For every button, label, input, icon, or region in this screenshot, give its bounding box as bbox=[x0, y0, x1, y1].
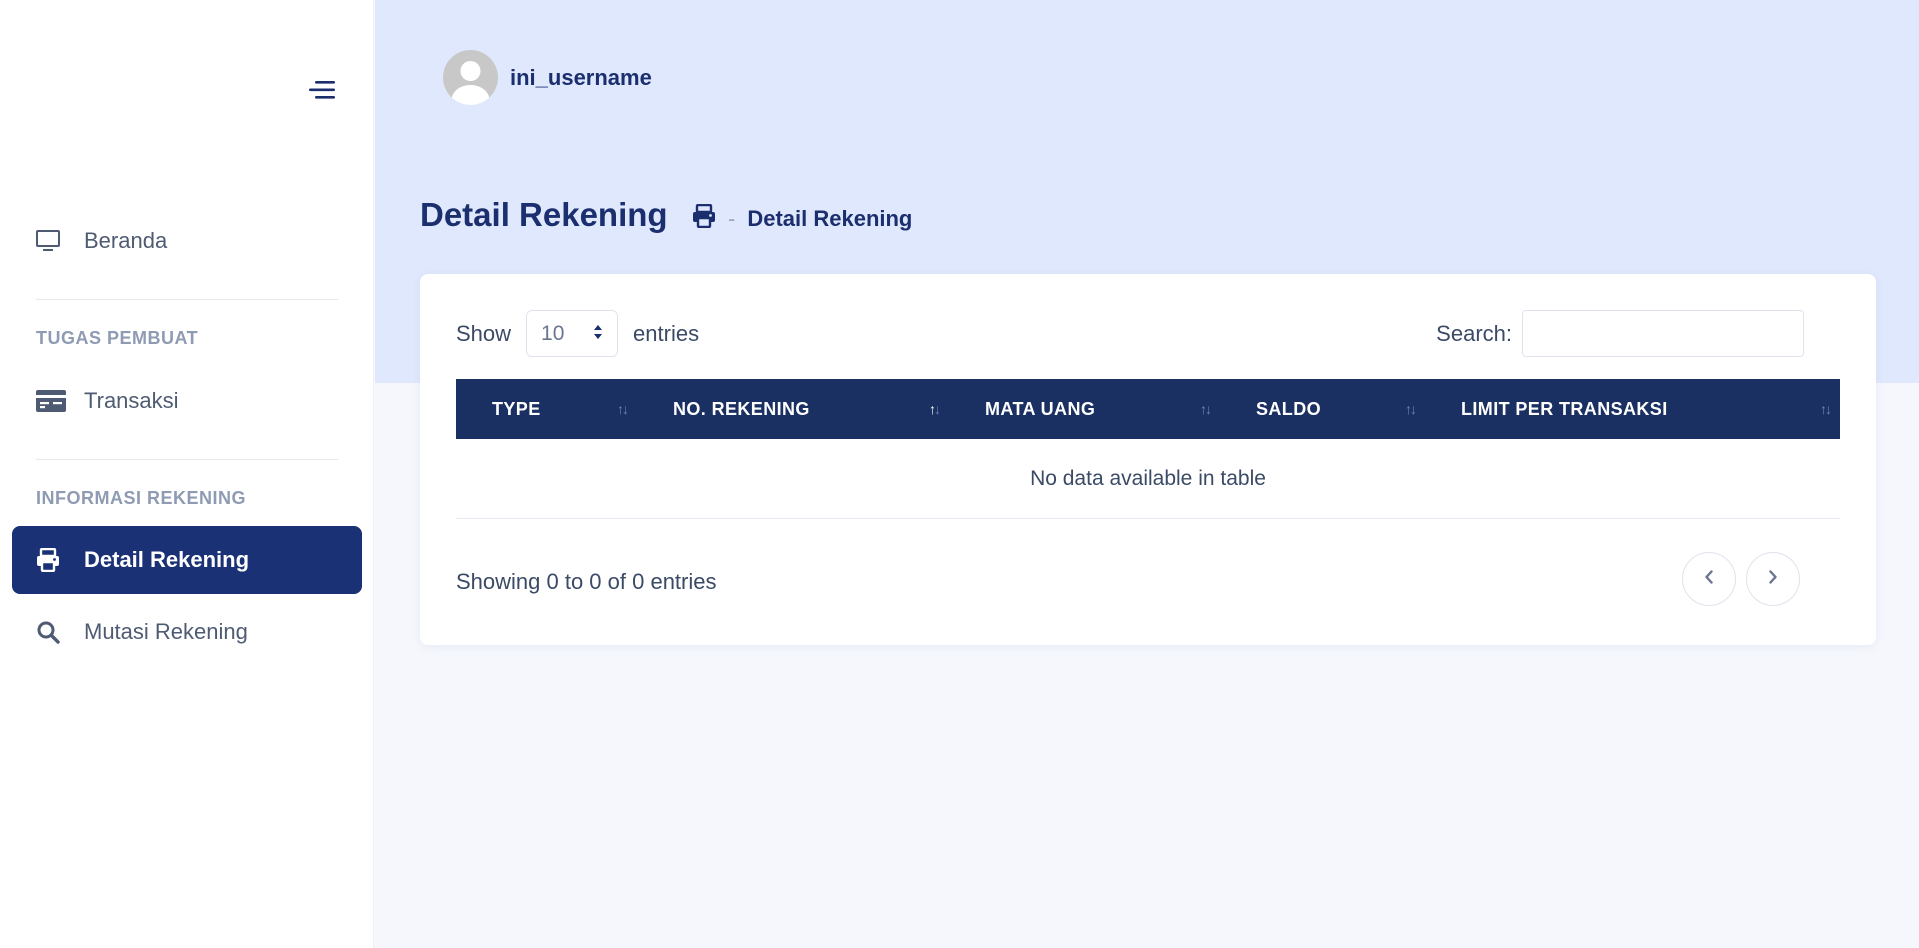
avatar bbox=[443, 50, 498, 105]
breadcrumb: - Detail Rekening bbox=[692, 203, 913, 234]
column-header-mata-uang[interactable]: MATA UANG ↑↓ bbox=[949, 379, 1220, 439]
chevron-left-icon bbox=[1704, 569, 1714, 589]
table-header: TYPE ↑↓ NO. REKENING ↑↓ MATA UANG ↑↓ SAL… bbox=[456, 379, 1840, 439]
sort-asc-icon: ↑↓ bbox=[929, 401, 941, 417]
sidebar-item-label: Beranda bbox=[84, 228, 168, 253]
section-label-informasi-rekening: INFORMASI REKENING bbox=[36, 488, 247, 508]
column-header-type[interactable]: TYPE ↑↓ bbox=[456, 379, 637, 439]
credit-card-icon bbox=[36, 390, 84, 412]
empty-table-message: No data available in table bbox=[456, 439, 1840, 519]
entries-select[interactable]: 10 bbox=[526, 310, 619, 357]
search-input[interactable] bbox=[1522, 310, 1804, 357]
pagination bbox=[1682, 552, 1800, 606]
entries-length-control: Show 10 entries bbox=[456, 310, 699, 357]
section-label-tugas-pembuat: TUGAS PEMBUAT bbox=[36, 328, 199, 348]
user-profile[interactable]: ini_username bbox=[443, 50, 652, 105]
search-icon bbox=[36, 620, 84, 644]
menu-toggle-icon[interactable] bbox=[309, 78, 339, 102]
next-page-button[interactable] bbox=[1746, 552, 1800, 606]
column-label: MATA UANG bbox=[985, 398, 1096, 419]
search-label: Search: bbox=[1436, 320, 1512, 346]
sort-icon: ↑↓ bbox=[1200, 401, 1212, 417]
sidebar-item-mutasi-rekening[interactable]: Mutasi Rekening bbox=[12, 598, 362, 666]
sidebar-item-detail-rekening[interactable]: Detail Rekening bbox=[12, 526, 362, 594]
sort-icon: ↑↓ bbox=[1820, 401, 1832, 417]
table-search: Search: bbox=[1436, 310, 1804, 357]
column-label: NO. REKENING bbox=[673, 398, 810, 419]
column-label: SALDO bbox=[1256, 398, 1321, 419]
sidebar-divider bbox=[36, 299, 338, 300]
column-header-no-rekening[interactable]: NO. REKENING ↑↓ bbox=[637, 379, 949, 439]
sidebar-item-transaksi[interactable]: Transaksi bbox=[12, 367, 362, 435]
accounts-table: TYPE ↑↓ NO. REKENING ↑↓ MATA UANG ↑↓ SAL… bbox=[456, 379, 1840, 519]
breadcrumb-separator: - bbox=[728, 206, 736, 231]
entries-select-value: 10 bbox=[541, 321, 565, 345]
breadcrumb-current: Detail Rekening bbox=[747, 206, 913, 231]
previous-page-button[interactable] bbox=[1682, 552, 1736, 606]
printer-icon[interactable] bbox=[692, 203, 716, 234]
column-header-saldo[interactable]: SALDO ↑↓ bbox=[1220, 379, 1425, 439]
monitor-icon bbox=[36, 230, 84, 252]
sort-icon: ↑↓ bbox=[617, 401, 629, 417]
column-label: LIMIT PER TRANSAKSI bbox=[1461, 398, 1668, 419]
sidebar-item-label: Transaksi bbox=[84, 388, 179, 413]
sidebar: Beranda TUGAS PEMBUAT Transaksi INFORMAS… bbox=[0, 0, 374, 948]
sidebar-item-label: Detail Rekening bbox=[84, 547, 250, 572]
sort-icon: ↑↓ bbox=[1405, 401, 1417, 417]
printer-icon bbox=[36, 548, 84, 572]
sidebar-divider bbox=[36, 459, 338, 460]
page-title: Detail Rekening bbox=[420, 196, 668, 233]
column-header-limit-per-transaksi[interactable]: LIMIT PER TRANSAKSI ↑↓ bbox=[1425, 379, 1840, 439]
sort-updown-icon bbox=[593, 322, 603, 346]
sidebar-item-beranda[interactable]: Beranda bbox=[12, 207, 362, 275]
table-info: Showing 0 to 0 of 0 entries bbox=[456, 569, 717, 594]
chevron-right-icon bbox=[1768, 569, 1778, 589]
data-table-card: Show 10 entries Search: TYPE ↑↓ NO. REKE… bbox=[420, 274, 1876, 645]
username: ini_username bbox=[510, 64, 652, 90]
column-label: TYPE bbox=[492, 398, 541, 419]
show-label: Show bbox=[456, 320, 512, 346]
sidebar-item-label: Mutasi Rekening bbox=[84, 619, 248, 644]
entries-label: entries bbox=[633, 320, 700, 346]
